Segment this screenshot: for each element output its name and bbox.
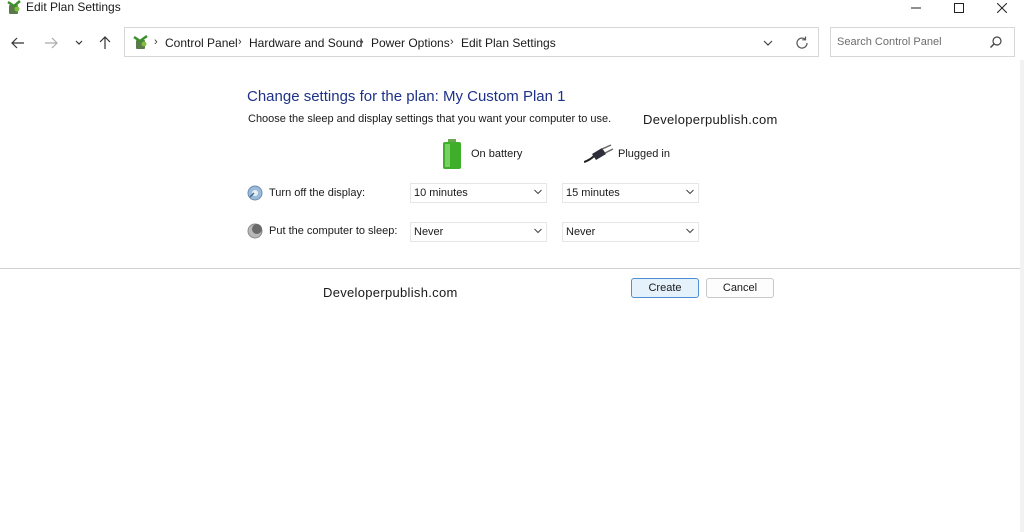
- battery-icon: [443, 139, 461, 169]
- display-icon: [247, 185, 263, 201]
- window-title: Edit Plan Settings: [26, 0, 121, 14]
- title-bar: Edit Plan Settings: [0, 0, 1024, 26]
- minimize-icon: [911, 7, 921, 9]
- chevron-down-icon: [75, 40, 83, 45]
- breadcrumb-separator: ›: [450, 36, 454, 48]
- power-options-icon: [7, 0, 21, 14]
- plugged-in-label: Plugged in: [618, 148, 670, 160]
- close-icon: [997, 3, 1007, 13]
- scrollbar[interactable]: [1020, 60, 1024, 532]
- control-panel-icon: [133, 34, 148, 49]
- sleep-label: Put the computer to sleep:: [269, 225, 398, 237]
- address-history-button[interactable]: [759, 35, 777, 51]
- chevron-down-icon: [534, 228, 542, 234]
- power-plug-icon: [584, 144, 614, 163]
- close-button[interactable]: [980, 0, 1024, 16]
- page-description: Choose the sleep and display settings th…: [248, 113, 612, 125]
- maximize-icon: [954, 3, 964, 13]
- chevron-down-icon: [686, 228, 694, 234]
- display-on-battery-select[interactable]: 10 minutes: [410, 183, 547, 203]
- arrow-right-icon: [45, 37, 58, 49]
- search-input[interactable]: [837, 34, 987, 50]
- arrow-up-icon: [99, 36, 111, 49]
- on-battery-label: On battery: [471, 148, 523, 160]
- up-button[interactable]: [93, 30, 117, 56]
- minimize-button[interactable]: [894, 0, 938, 16]
- breadcrumb-control-panel[interactable]: Control Panel: [165, 35, 238, 51]
- refresh-button[interactable]: [793, 34, 811, 52]
- chevron-down-icon: [686, 189, 694, 195]
- search-icon[interactable]: [989, 35, 1003, 49]
- maximize-button[interactable]: [937, 0, 981, 16]
- select-value: Never: [566, 226, 596, 238]
- turn-off-display-label: Turn off the display:: [269, 187, 365, 199]
- sleep-on-battery-select[interactable]: Never: [410, 222, 547, 242]
- forward-button[interactable]: [39, 30, 63, 56]
- sleep-plugged-in-select[interactable]: Never: [562, 222, 699, 242]
- select-value: Never: [414, 226, 444, 238]
- search-box[interactable]: [830, 27, 1015, 57]
- select-value: 15 minutes: [566, 187, 620, 199]
- recent-locations-button[interactable]: [67, 30, 91, 56]
- address-bar[interactable]: › Control Panel › Hardware and Sound › P…: [124, 27, 819, 57]
- cancel-button[interactable]: Cancel: [706, 278, 774, 298]
- breadcrumb-separator: ›: [360, 36, 364, 48]
- back-button[interactable]: [6, 30, 30, 56]
- watermark-text: Developerpublish.com: [643, 112, 778, 127]
- sleep-moon-icon: [247, 223, 263, 239]
- create-button[interactable]: Create: [631, 278, 699, 298]
- breadcrumb-hardware-and-sound[interactable]: Hardware and Sound: [249, 35, 362, 51]
- arrow-left-icon: [11, 37, 24, 49]
- select-value: 10 minutes: [414, 187, 468, 199]
- divider: [0, 268, 1024, 269]
- watermark-text: Developerpublish.com: [323, 285, 458, 300]
- breadcrumb-separator: ›: [154, 36, 158, 48]
- breadcrumb-edit-plan-settings[interactable]: Edit Plan Settings: [461, 35, 556, 51]
- chevron-down-icon: [534, 189, 542, 195]
- display-plugged-in-select[interactable]: 15 minutes: [562, 183, 699, 203]
- refresh-icon: [796, 36, 808, 49]
- breadcrumb-separator: ›: [238, 36, 242, 48]
- breadcrumb-power-options[interactable]: Power Options: [371, 35, 450, 51]
- page-title: Change settings for the plan: My Custom …: [247, 88, 566, 105]
- chevron-down-icon: [763, 40, 773, 46]
